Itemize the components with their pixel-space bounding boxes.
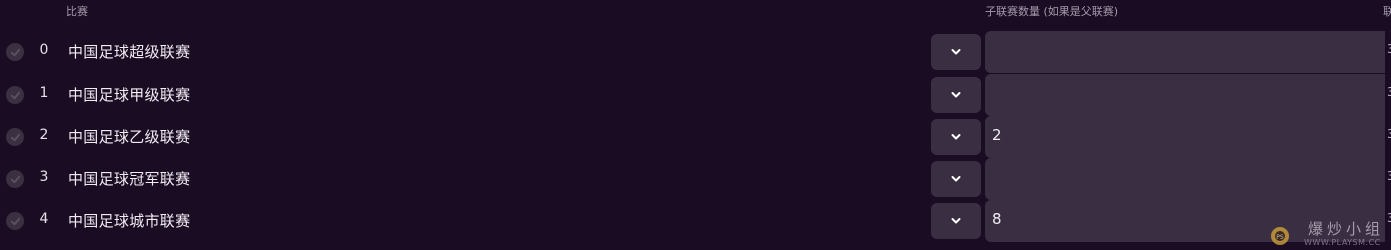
table-row: 4 中国足球城市联赛 8 3 bbox=[0, 200, 1391, 242]
check-icon[interactable] bbox=[6, 212, 24, 230]
row-index: 2 bbox=[39, 127, 49, 143]
subleague-count-input[interactable] bbox=[985, 74, 1385, 116]
dropdown-button[interactable] bbox=[931, 161, 981, 197]
check-icon[interactable] bbox=[6, 128, 24, 146]
table-row: 3 中国足球冠军联赛 3 bbox=[0, 158, 1391, 200]
chevron-down-icon bbox=[951, 134, 961, 140]
cut-off-cell: 3 bbox=[1387, 169, 1391, 183]
subleague-count-input[interactable]: 2 bbox=[985, 116, 1385, 158]
cut-off-cell: 3 bbox=[1387, 211, 1391, 225]
dropdown-button[interactable] bbox=[931, 34, 981, 70]
cut-off-cell: 3 bbox=[1387, 127, 1391, 141]
chevron-down-icon bbox=[951, 49, 961, 55]
table-header: 比赛 子联赛数量 (如果是父联赛) 联 bbox=[0, 0, 1391, 22]
competition-name: 中国足球乙级联赛 bbox=[68, 128, 191, 146]
table-row: 0 中国足球超级联赛 3 bbox=[0, 31, 1391, 73]
watermark-title: 爆炒小组 bbox=[1308, 220, 1385, 238]
chevron-down-icon bbox=[951, 92, 961, 98]
check-icon[interactable] bbox=[6, 170, 24, 188]
competition-name: 中国足球甲级联赛 bbox=[68, 86, 191, 104]
column-header-subleague-count: 子联赛数量 (如果是父联赛) bbox=[985, 5, 1119, 18]
dropdown-button[interactable] bbox=[931, 77, 981, 113]
table-row: 2 中国足球乙级联赛 2 3 bbox=[0, 116, 1391, 158]
watermark-url: WWW.PLAYSM.CC bbox=[1304, 238, 1381, 247]
column-header-competition: 比赛 bbox=[66, 5, 88, 18]
watermark-badge: PS bbox=[1276, 234, 1284, 241]
table-row: 1 中国足球甲级联赛 3 bbox=[0, 74, 1391, 116]
row-index: 3 bbox=[39, 169, 49, 185]
cut-off-cell: 3 bbox=[1387, 42, 1391, 56]
competition-name: 中国足球城市联赛 bbox=[68, 212, 191, 230]
competition-name: 中国足球冠军联赛 bbox=[68, 170, 191, 188]
watermark: PS 爆炒小组 WWW.PLAYSM.CC bbox=[1256, 220, 1386, 250]
subleague-count-input[interactable] bbox=[985, 158, 1385, 200]
subleague-count-input[interactable] bbox=[985, 31, 1385, 73]
row-index: 1 bbox=[39, 85, 49, 101]
chevron-down-icon bbox=[951, 218, 961, 224]
row-index: 0 bbox=[39, 42, 49, 58]
check-icon[interactable] bbox=[6, 43, 24, 61]
cut-off-cell: 3 bbox=[1387, 85, 1391, 99]
column-header-cut: 联 bbox=[1383, 5, 1391, 18]
watermark-logo-icon: PS bbox=[1271, 227, 1289, 245]
chevron-down-icon bbox=[951, 176, 961, 182]
dropdown-button[interactable] bbox=[931, 203, 981, 239]
dropdown-button[interactable] bbox=[931, 119, 981, 155]
competition-name: 中国足球超级联赛 bbox=[68, 43, 191, 61]
check-icon[interactable] bbox=[6, 86, 24, 104]
row-index: 4 bbox=[39, 211, 49, 227]
